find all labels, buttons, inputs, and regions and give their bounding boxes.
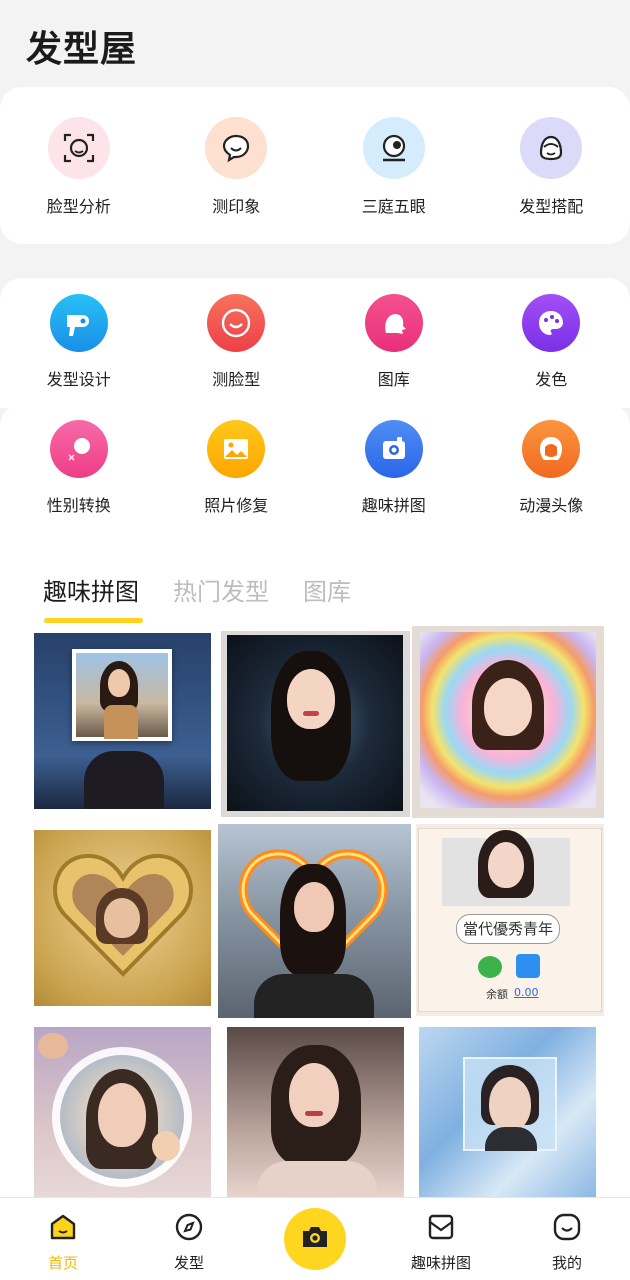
- quick-action-face-analysis[interactable]: 脸型分析: [0, 117, 158, 217]
- photo-icon: [207, 420, 266, 478]
- balance-value: 0.00: [514, 986, 539, 999]
- tool-fun-collage[interactable]: 趣味拼图: [315, 420, 473, 516]
- active-tab-indicator: [44, 618, 143, 623]
- hair-dryer-icon: [49, 294, 108, 352]
- tool-label: 发色: [535, 370, 568, 389]
- page-title: 发型屋: [26, 29, 138, 70]
- nav-label: 发型: [173, 1254, 204, 1272]
- anime-avatar-icon: [522, 420, 581, 478]
- tools-card-row1: 发型设计 测脸型 图库 发色: [0, 278, 630, 408]
- home-icon: [48, 1212, 78, 1246]
- tool-gallery[interactable]: 图库: [315, 294, 473, 390]
- nav-home[interactable]: 首页: [0, 1198, 126, 1280]
- eye-camera-icon: [362, 117, 425, 179]
- tool-label: 测脸型: [212, 370, 261, 389]
- sticker-text: 當代優秀青年: [456, 914, 560, 944]
- tool-anime-avatar[interactable]: 动漫头像: [473, 420, 630, 516]
- tool-label: 趣味拼图: [361, 496, 426, 515]
- bottom-nav: 首页 发型 趣味拼图 我的: [0, 1197, 630, 1280]
- camera-button[interactable]: [284, 1208, 346, 1270]
- face-scan-icon: [47, 117, 110, 179]
- collage-camera-icon: [364, 420, 423, 478]
- quick-action-label: 三庭五眼: [361, 197, 426, 216]
- quick-action-proportions[interactable]: 三庭五眼: [315, 117, 473, 217]
- tool-hair-color[interactable]: 发色: [473, 294, 630, 390]
- quick-action-hair-match[interactable]: 发型搭配: [473, 117, 630, 217]
- nav-profile[interactable]: 我的: [504, 1198, 630, 1280]
- nav-fun-collage[interactable]: 趣味拼图: [378, 1198, 504, 1280]
- grid-tile-fire-heart-frame[interactable]: [218, 824, 411, 1018]
- tool-label: 发型设计: [46, 370, 111, 389]
- grid-tile-lace-cupid-frame[interactable]: [34, 1027, 211, 1197]
- nav-camera[interactable]: [252, 1198, 378, 1280]
- quick-action-impression[interactable]: 测印象: [158, 117, 316, 217]
- quick-actions-card: 脸型分析 测印象 三庭五眼 发型搭配: [0, 87, 630, 244]
- palette-icon: [522, 294, 581, 352]
- grid-tile-soft-portrait[interactable]: [227, 1027, 404, 1197]
- tool-label: 动漫头像: [519, 496, 584, 515]
- content-tabs: 趣味拼图 热门发型 图库: [43, 572, 351, 607]
- grid-tile-sky-photo-frame[interactable]: [34, 633, 211, 809]
- nav-label: 我的: [551, 1254, 582, 1272]
- grid-tile-swirl-portrait[interactable]: [221, 631, 410, 817]
- collage-icon: [426, 1212, 456, 1246]
- chat-bubble-icon: [205, 117, 268, 179]
- balance-label: 余额: [486, 988, 508, 1001]
- grid-tile-phone-screen-sticker[interactable]: 當代優秀青年 余额 0.00: [416, 824, 604, 1016]
- profile-icon: [552, 1212, 582, 1246]
- smile-face-icon: [207, 294, 266, 352]
- nav-hairstyles[interactable]: 发型: [126, 1198, 252, 1280]
- tool-label: 性别转换: [46, 496, 111, 515]
- tab-gallery[interactable]: 图库: [303, 572, 351, 607]
- gender-switch-icon: [49, 420, 108, 478]
- quick-action-label: 脸型分析: [46, 197, 111, 216]
- tool-face-shape[interactable]: 测脸型: [158, 294, 316, 390]
- tab-fun-collage[interactable]: 趣味拼图: [43, 572, 139, 607]
- nav-label: 首页: [47, 1254, 78, 1272]
- grid-tile-golden-heart-frame[interactable]: [34, 830, 211, 1006]
- grid-tile-rainbow-glow-portrait[interactable]: [412, 626, 604, 818]
- hair-gallery-icon: [364, 294, 423, 352]
- compass-icon: [174, 1212, 204, 1246]
- tool-label: 照片修复: [204, 496, 269, 515]
- camera-icon: [300, 1224, 330, 1254]
- tool-label: 图库: [377, 370, 410, 389]
- tool-gender-swap[interactable]: 性别转换: [0, 420, 158, 516]
- tool-hair-design[interactable]: 发型设计: [0, 294, 158, 390]
- tool-photo-repair[interactable]: 照片修复: [158, 420, 316, 516]
- tools-card-row2: 性别转换 照片修复 趣味拼图 动漫头像: [0, 404, 630, 534]
- nav-label: 趣味拼图: [410, 1254, 471, 1272]
- content-section: 趣味拼图 热门发型 图库 當代優秀青年 余额 0.00: [0, 534, 630, 1200]
- grid-tile-ice-cube-frame[interactable]: [419, 1027, 596, 1197]
- tab-hot-hairstyles[interactable]: 热门发型: [173, 572, 269, 607]
- quick-action-label: 发型搭配: [519, 197, 584, 216]
- quick-action-label: 测印象: [212, 197, 261, 216]
- hair-style-icon: [520, 117, 583, 179]
